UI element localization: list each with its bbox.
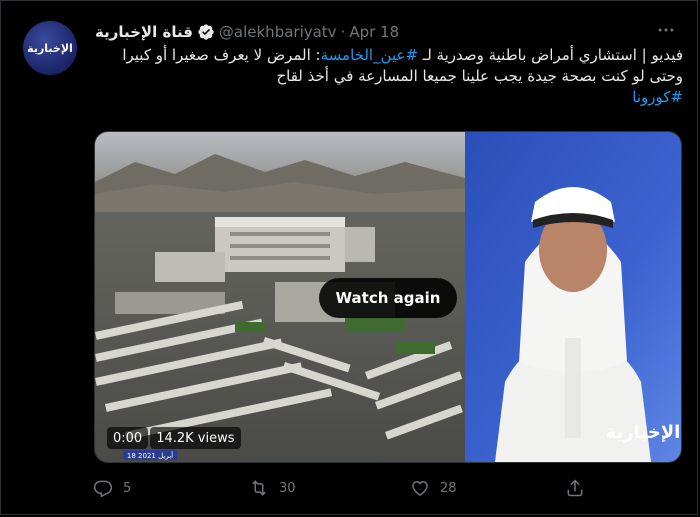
tweet-text: فيديو | استشاري أمراض باطنية وصدرية لـ #… <box>93 45 683 108</box>
video-date-overlay: 18 أبريل 2021 <box>127 451 173 460</box>
tweet-text-part1: فيديو | استشاري أمراض باطنية وصدرية لـ <box>418 46 683 64</box>
verified-badge-icon <box>197 23 215 41</box>
video-time: 0:00 <box>107 427 149 449</box>
hashtag-link[interactable]: #كورونا <box>632 88 683 106</box>
reply-count: 5 <box>123 480 132 496</box>
retweet-count: 30 <box>279 480 296 496</box>
avatar[interactable]: الإخبارية <box>23 21 77 75</box>
tweet-card[interactable]: الإخبارية قناة الإخبارية @alekhbariyatv … <box>0 0 698 515</box>
video-player[interactable]: 18 أبريل 2021 الإخبارية Watch again 0:00… <box>94 131 682 463</box>
tweet-date[interactable]: Apr 18 <box>349 23 399 41</box>
more-options-button[interactable] <box>649 15 683 45</box>
reply-button[interactable]: 5 <box>93 475 131 501</box>
user-handle[interactable]: @alekhbariyatv <box>219 23 337 41</box>
watch-again-button[interactable]: Watch again <box>319 278 457 318</box>
share-button[interactable] <box>565 475 585 501</box>
channel-logo: الإخبارية <box>606 422 681 443</box>
tweet-actions: 5 30 28 <box>93 475 593 501</box>
display-name[interactable]: قناة الإخبارية <box>95 23 193 41</box>
video-views: 14.2K views <box>150 427 241 449</box>
like-count: 28 <box>440 480 457 496</box>
more-icon <box>658 28 674 32</box>
retweet-button[interactable]: 30 <box>249 475 296 501</box>
video-stats: 0:00 14.2K views <box>107 426 241 450</box>
heart-icon <box>412 480 428 496</box>
reply-icon <box>93 480 113 498</box>
separator-dot: · <box>340 23 346 41</box>
avatar-logo-text: الإخبارية <box>27 41 73 55</box>
like-button[interactable]: 28 <box>410 475 457 501</box>
retweet-icon <box>252 480 266 496</box>
share-icon <box>567 479 583 497</box>
hashtag-link[interactable]: #عين_الخامسة <box>321 46 418 64</box>
tweet-header: قناة الإخبارية @alekhbariyatv · Apr 18 <box>95 21 399 43</box>
